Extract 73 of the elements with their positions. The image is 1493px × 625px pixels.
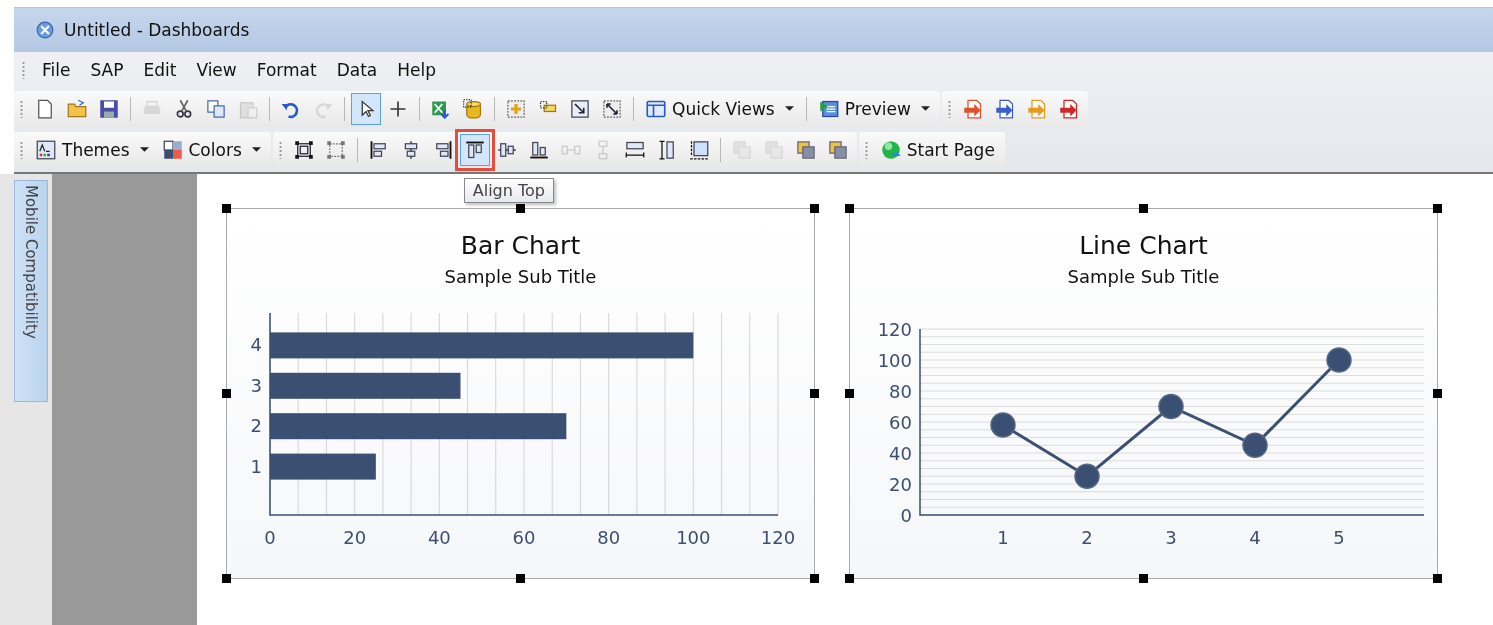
resize-handle[interactable] [810,388,819,398]
axis-label: 3 [250,374,262,396]
resize-handle[interactable] [1433,388,1442,398]
data-point [990,412,1016,438]
menu-item[interactable]: File [34,58,79,82]
tooltip: Align Top [463,177,554,203]
resize-handle[interactable] [1433,574,1442,583]
window-icon [646,98,666,119]
resize-handle[interactable] [845,388,854,398]
data-point [1326,347,1352,373]
chart-title: Bar Chart [460,231,581,260]
presentation-icon [818,98,839,119]
palette-icon [162,139,183,160]
axis-label: 5 [1333,527,1345,548]
preview-button[interactable]: Preview [812,92,936,125]
side-tab[interactable]: Mobile Compatibility [14,180,48,402]
resize-handle[interactable] [222,388,231,398]
axis-label: 80 [889,381,912,402]
theme-icon [36,139,56,160]
axis-label: 1 [997,527,1009,548]
globe-icon [880,139,901,160]
axis-label: 60 [889,412,912,433]
quick-views-button[interactable]: Quick Views [640,92,800,125]
caret-icon [139,147,149,152]
caret-icon [920,106,930,111]
resize-handle[interactable] [1138,574,1148,583]
resize-handle[interactable] [845,204,854,213]
app-logo-icon [36,21,54,39]
resize-handle[interactable] [1433,204,1442,213]
axis-label: 4 [250,334,262,356]
data-point [1242,432,1268,458]
axis-label: 120 [760,527,796,548]
axis-label: 3 [1165,527,1177,548]
axis-label: 0 [264,527,276,548]
resize-handle[interactable] [1138,204,1148,213]
axis-label: 20 [889,474,912,495]
menu-item[interactable]: Format [248,58,325,82]
resize-handle[interactable] [810,204,819,213]
menu-item[interactable]: Help [389,58,444,82]
chart-subtitle: Sample Sub Title [1067,266,1220,287]
axis-label: 1 [250,455,262,477]
chart-subtitle: Sample Sub Title [444,266,597,287]
caret-icon [784,106,794,111]
axis-label: 80 [597,527,621,548]
caret-icon [251,147,261,152]
data-point [1158,393,1184,420]
resize-handle[interactable] [515,574,525,583]
axis-label: 60 [512,527,536,548]
axis-label: 100 [877,350,912,371]
data-point [1074,463,1100,489]
resize-handle[interactable] [222,574,231,583]
axis-label: 100 [676,527,711,548]
resize-handle[interactable] [845,574,854,583]
axis-label: 40 [427,527,451,548]
axis-label: 4 [1249,527,1261,548]
axis-label: 2 [250,415,262,437]
resize-handle[interactable] [515,204,525,213]
menu-item[interactable]: View [188,58,245,82]
axis-label: 40 [889,443,912,464]
chart-title: Line Chart [1079,231,1208,260]
colors-button[interactable]: Colors [156,133,267,166]
pointer-icon[interactable] [351,92,381,125]
themes-button[interactable]: Themes [30,133,155,166]
resize-handle[interactable] [810,574,819,583]
menu-item[interactable]: SAP [82,58,132,82]
menu-item[interactable]: Data [328,58,386,82]
resize-handle[interactable] [222,204,231,213]
axis-label: 120 [877,319,912,340]
menu-item[interactable]: Edit [135,58,185,82]
axis-label: 0 [900,505,912,526]
window-title: Untitled - Dashboards [64,20,250,40]
axis-label: 2 [1081,527,1093,548]
axis-label: 20 [343,527,367,548]
